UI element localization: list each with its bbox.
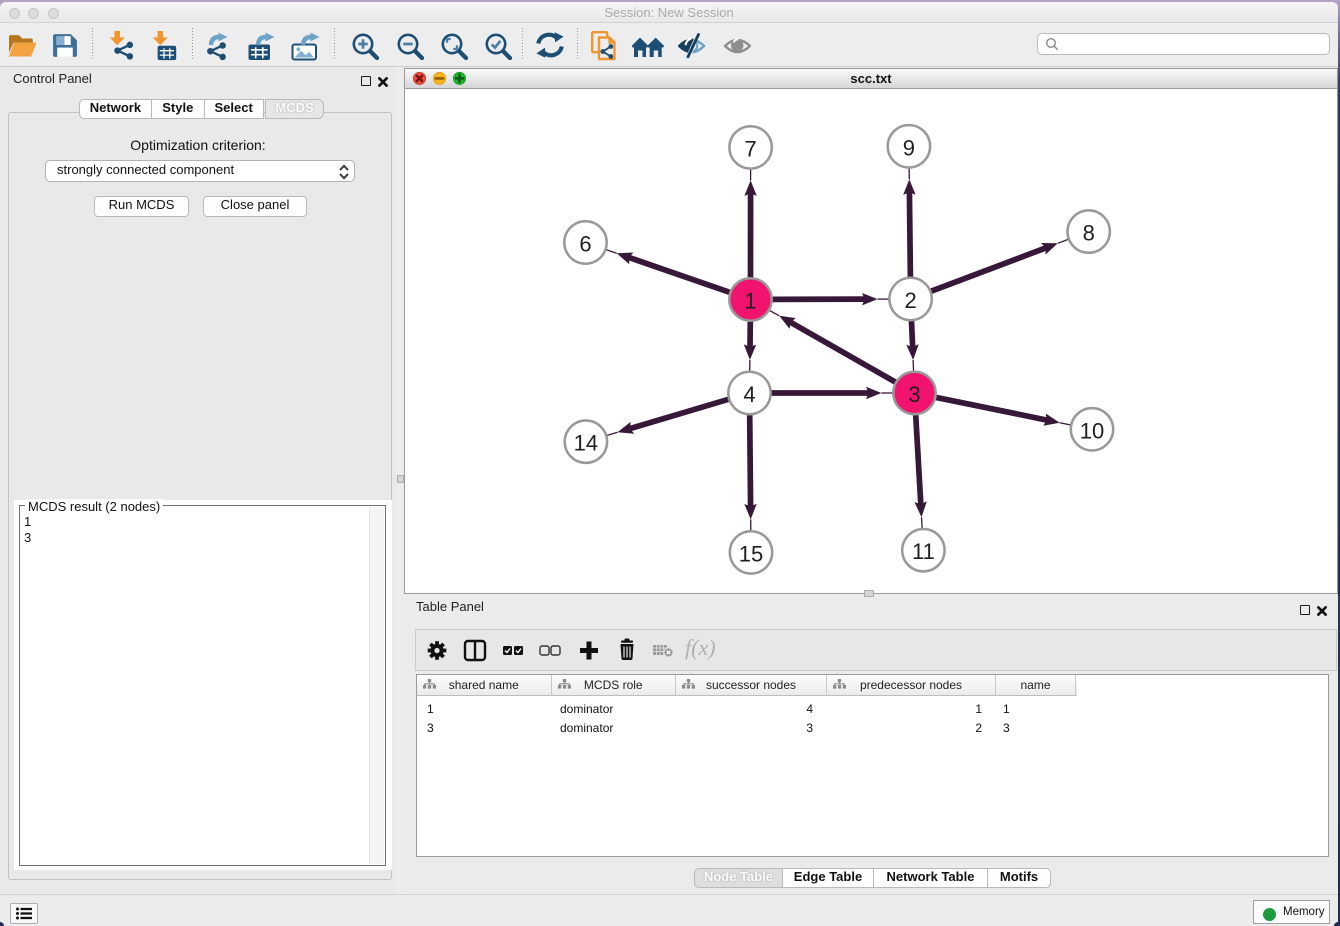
svg-text:8: 8: [1083, 221, 1095, 246]
svg-text:7: 7: [744, 136, 756, 161]
svg-text:3: 3: [908, 382, 920, 407]
svg-text:10: 10: [1080, 418, 1104, 443]
svg-text:15: 15: [739, 541, 763, 566]
svg-text:9: 9: [903, 135, 915, 160]
svg-text:2: 2: [904, 288, 916, 313]
svg-text:4: 4: [743, 382, 755, 407]
svg-text:14: 14: [574, 431, 598, 456]
svg-text:6: 6: [579, 232, 591, 257]
svg-text:1: 1: [744, 289, 756, 314]
svg-text:11: 11: [912, 539, 935, 564]
